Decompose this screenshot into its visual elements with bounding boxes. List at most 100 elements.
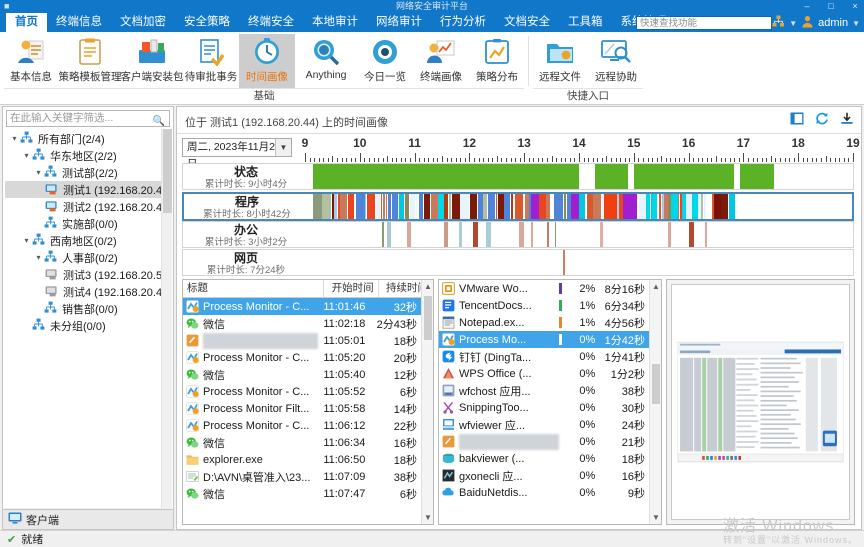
- timeline-segment[interactable]: [510, 194, 514, 219]
- timeline-segment[interactable]: [638, 194, 646, 219]
- scroll-thumb[interactable]: [652, 364, 660, 404]
- timeline-segment[interactable]: [483, 194, 487, 219]
- timeline-segment[interactable]: [685, 194, 692, 219]
- sidebar-tree-node[interactable]: ▾ 西南地区(0/2): [5, 232, 161, 249]
- column-header-0[interactable]: 标题: [183, 280, 325, 297]
- sidebar-tree-node[interactable]: ▾ 华东地区(2/2): [5, 147, 161, 164]
- timeline-segment[interactable]: [407, 222, 411, 247]
- timeline-segment[interactable]: [380, 194, 383, 219]
- chevron-down-icon[interactable]: ▾: [9, 130, 20, 147]
- timeline-segment[interactable]: [586, 194, 593, 219]
- timeline-segment[interactable]: [424, 194, 430, 219]
- refresh-icon[interactable]: [815, 112, 829, 128]
- menu-item-0[interactable]: 首页: [6, 13, 47, 32]
- timeline-row-3[interactable]: 网页 累计时长: 7分24秒: [182, 249, 854, 276]
- timeline-segment[interactable]: [404, 194, 410, 219]
- timeline-segment[interactable]: [579, 194, 586, 219]
- table-row[interactable]: Process Monitor - C... 11:05:20 20秒: [183, 349, 421, 366]
- menu-item-8[interactable]: 文档安全: [495, 13, 559, 32]
- timeline-segment[interactable]: [416, 194, 418, 219]
- timeline-segment[interactable]: [470, 194, 478, 219]
- timeline-segment[interactable]: [313, 194, 323, 219]
- list-item[interactable]: 钉钉 (DingTa... 0% 1分41秒: [439, 348, 649, 365]
- timeline-segment[interactable]: [600, 222, 603, 247]
- timeline-segment[interactable]: [487, 194, 495, 219]
- timeline-segment[interactable]: [387, 194, 392, 219]
- download-icon[interactable]: [840, 112, 854, 128]
- timeline-segment[interactable]: [570, 194, 580, 219]
- timeline-segment[interactable]: [437, 194, 444, 219]
- table-row[interactable]: Process Monitor - C... 11:06:12 22秒: [183, 417, 421, 434]
- org-tree-icon[interactable]: [772, 15, 785, 31]
- user-label[interactable]: admin: [818, 17, 848, 29]
- timeline-segment[interactable]: [392, 194, 399, 219]
- chevron-down-icon[interactable]: ▾: [33, 164, 44, 181]
- list-item[interactable]: wfviewer 应... 0% 24秒: [439, 416, 649, 433]
- timeline-segment[interactable]: [497, 194, 505, 219]
- scroll-down-icon[interactable]: ▼: [650, 511, 662, 524]
- chevron-down-icon[interactable]: ▾: [21, 232, 32, 249]
- list-item[interactable]: SnippingToo... 0% 30秒: [439, 399, 649, 416]
- timeline-segment[interactable]: [651, 194, 658, 219]
- table-row[interactable]: Process Monitor Filt... 11:05:58 14秒: [183, 400, 421, 417]
- sidebar-tree-node[interactable]: 测试4 (192.168.20.49): [5, 283, 161, 300]
- timeline-segment[interactable]: [460, 194, 470, 219]
- menu-item-7[interactable]: 行为分析: [431, 13, 495, 32]
- panel-toggle-icon[interactable]: [790, 112, 804, 128]
- sidebar-tree-node[interactable]: 测试3 (192.168.20.55): [5, 266, 161, 283]
- close-button[interactable]: ×: [848, 0, 862, 13]
- table-row[interactable]: D:\AVN\桌管准入\23... 11:07:09 38秒: [183, 468, 421, 485]
- user-caret-icon[interactable]: ▼: [852, 19, 860, 28]
- timeline-segment[interactable]: [563, 250, 565, 275]
- timeline-track[interactable]: [311, 194, 852, 219]
- timeline-segment[interactable]: [340, 194, 348, 219]
- column-header-1[interactable]: 开始时间: [324, 280, 379, 297]
- timeline-segment[interactable]: [595, 164, 628, 189]
- timeline-segment[interactable]: [322, 194, 332, 219]
- timeline-segment[interactable]: [443, 222, 448, 247]
- timeline-segment[interactable]: [740, 164, 775, 189]
- timeline-segment[interactable]: [713, 194, 722, 219]
- timeline-segment[interactable]: [485, 222, 491, 247]
- timeline-segment[interactable]: [604, 194, 618, 219]
- table-row[interactable]: 微信 11:05:40 12秒: [183, 366, 421, 383]
- sidebar-tree-node[interactable]: 未分组(0/0): [5, 317, 161, 334]
- timeline-track[interactable]: [310, 250, 853, 275]
- client-tab[interactable]: 客户端: [2, 509, 174, 530]
- ribbon-button-person-info[interactable]: 基本信息: [3, 34, 59, 88]
- screenshot-thumbnail[interactable]: [671, 284, 850, 520]
- sidebar-filter-input[interactable]: 在此输入关键字筛选... 🔍: [6, 110, 170, 127]
- menu-item-5[interactable]: 本地审计: [303, 13, 367, 32]
- timeline-segment[interactable]: [593, 194, 601, 219]
- timeline-segment[interactable]: [430, 194, 438, 219]
- timeline-segment[interactable]: [451, 194, 460, 219]
- timeline-segment[interactable]: [677, 194, 679, 219]
- timeline-segment[interactable]: [347, 194, 355, 219]
- timeline-segment[interactable]: [700, 194, 704, 219]
- chevron-down-icon[interactable]: ▾: [21, 147, 32, 164]
- table-row[interactable]: 台 11:05:01 18秒: [183, 332, 421, 349]
- timeline-row-1[interactable]: 程序 累计时长: 8小时42分: [182, 192, 854, 221]
- timeline-row-2[interactable]: 办公 累计时长: 3小时2分: [182, 221, 854, 248]
- timeline-segment[interactable]: [383, 194, 385, 219]
- timeline-segment[interactable]: [563, 194, 567, 219]
- scroll-down-icon[interactable]: ▼: [422, 511, 434, 524]
- list-item[interactable]: 次件... 0% 21秒: [439, 433, 649, 450]
- maximize-button[interactable]: □: [824, 0, 838, 13]
- user-icon[interactable]: [801, 15, 814, 31]
- list-item[interactable]: TencentDocs... 1% 6分34秒: [439, 297, 649, 314]
- minimize-button[interactable]: –: [800, 0, 814, 13]
- timeline-segment[interactable]: [477, 194, 483, 219]
- timeline-segment[interactable]: [705, 222, 707, 247]
- list-item[interactable]: BaiduNetdis... 0% 9秒: [439, 484, 649, 501]
- table-row[interactable]: 微信 11:07:47 6秒: [183, 485, 421, 502]
- ribbon-button-package-install[interactable]: 客户端安装包: [121, 34, 184, 88]
- timeline-segment[interactable]: [689, 222, 695, 247]
- ribbon-button-approval-doc[interactable]: 待审批事务: [183, 34, 239, 88]
- list-item[interactable]: VMware Wo... 2% 8分16秒: [439, 280, 649, 297]
- ribbon-button-remote-assist[interactable]: 远程协助: [588, 34, 644, 88]
- timeline-row-0[interactable]: 状态 累计时长: 9小时4分: [182, 163, 854, 190]
- menu-item-6[interactable]: 网络审计: [367, 13, 431, 32]
- timeline-segment[interactable]: [670, 194, 678, 219]
- menu-item-3[interactable]: 安全策略: [175, 13, 239, 32]
